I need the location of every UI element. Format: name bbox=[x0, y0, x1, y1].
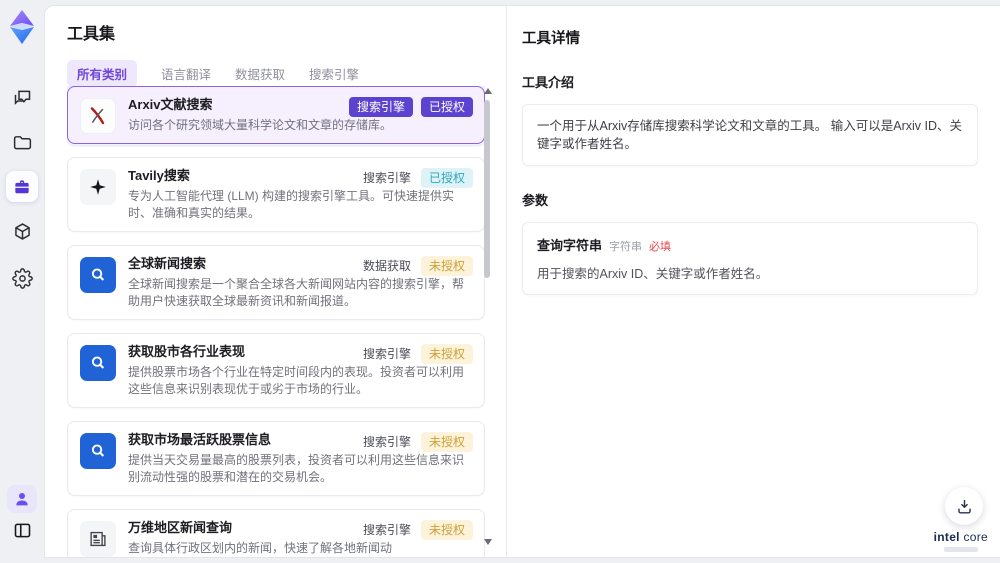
status-badge: 已授权 bbox=[420, 168, 473, 188]
brand-intel: intel bbox=[933, 530, 960, 544]
tab-data-fetch[interactable]: 数据获取 bbox=[235, 60, 285, 87]
sidebar bbox=[0, 0, 44, 563]
tool-description: 专为人工智能代理 (LLM) 构建的搜索引擎工具。可快速提供实时、准确和真实的结… bbox=[128, 189, 455, 220]
sparkle-icon bbox=[80, 169, 116, 205]
app-logo-icon bbox=[8, 9, 36, 45]
side-panel-icon bbox=[14, 523, 30, 537]
tool-list-panel: 工具集 所有类别 语言翻译 数据获取 搜索引擎 Arxiv文献搜索 访问各个研究… bbox=[45, 6, 506, 557]
tab-language-translation[interactable]: 语言翻译 bbox=[161, 60, 211, 87]
detail-title: 工具详情 bbox=[522, 31, 580, 47]
scroll-up-arrow-icon[interactable] bbox=[484, 88, 492, 94]
toolbox-icon bbox=[15, 179, 29, 193]
user-icon bbox=[16, 493, 28, 506]
tab-search-engine[interactable]: 搜索引擎 bbox=[309, 60, 359, 87]
tool-description: 提供当天交易量最高的股票列表，投资者可以利用这些信息来识别流动性强的股票和潜在的… bbox=[128, 453, 465, 484]
chat-icon bbox=[14, 90, 30, 105]
tool-card-global-news[interactable]: 全球新闻搜索 全球新闻搜索是一个聚合全球各大新闻网站内容的搜索引擎，帮助用户快速… bbox=[67, 245, 485, 320]
page-title: 工具集 bbox=[67, 26, 116, 43]
sidebar-item-chat[interactable] bbox=[10, 85, 34, 109]
tool-description: 访问各个研究领域大量科学论文和文章的存储库。 bbox=[128, 118, 393, 132]
sidebar-item-models[interactable] bbox=[10, 219, 34, 243]
brand-core: core bbox=[963, 530, 988, 544]
category-tag: 搜索引擎 bbox=[362, 171, 411, 185]
params-heading: 参数 bbox=[522, 193, 549, 208]
brand-subtext-placeholder bbox=[943, 547, 978, 552]
param-type: 字符串 bbox=[609, 241, 643, 253]
category-tag: 搜索引擎 bbox=[362, 347, 411, 361]
sidebar-item-profile[interactable] bbox=[7, 485, 37, 513]
scroll-down-arrow-icon[interactable] bbox=[484, 539, 492, 545]
status-badge: 未授权 bbox=[420, 344, 473, 364]
param-name: 查询字符串 bbox=[537, 238, 603, 253]
tool-card-arxiv[interactable]: Arxiv文献搜索 访问各个研究领域大量科学论文和文章的存储库。 搜索引擎 已授… bbox=[67, 86, 485, 144]
status-badge: 已授权 bbox=[420, 97, 473, 117]
tool-description: 全球新闻搜索是一个聚合全球各大新闻网站内容的搜索引擎，帮助用户快速获取全球最新资… bbox=[128, 277, 465, 308]
tool-card-tavily[interactable]: Tavily搜索 专为人工智能代理 (LLM) 构建的搜索引擎工具。可快速提供实… bbox=[67, 157, 485, 232]
intro-heading: 工具介绍 bbox=[522, 75, 575, 90]
newspaper-icon bbox=[80, 521, 116, 557]
param-box: 查询字符串 字符串 必填 用于搜索的Arxiv ID、关键字或作者姓名。 bbox=[522, 222, 978, 295]
category-tag: 搜索引擎 bbox=[362, 435, 411, 449]
tab-all-categories[interactable]: 所有类别 bbox=[67, 60, 138, 87]
status-badge: 未授权 bbox=[420, 520, 473, 540]
tool-description: 查询具体行政区划内的新闻，快速了解各地新闻动 bbox=[128, 541, 393, 555]
category-tag: 搜索引擎 bbox=[348, 97, 413, 117]
tool-detail-panel: 工具详情 工具介绍 一个用于从Arxiv存储库搜索科学论文和文章的工具。 输入可… bbox=[506, 6, 1000, 557]
tool-card-active-stocks[interactable]: 获取市场最活跃股票信息 提供当天交易量最高的股票列表，投资者可以利用这些信息来识… bbox=[67, 421, 485, 496]
search-globe-icon bbox=[80, 433, 116, 469]
sidebar-item-panel-toggle[interactable] bbox=[10, 518, 34, 542]
category-tag: 搜索引擎 bbox=[362, 523, 411, 537]
search-globe-icon bbox=[80, 257, 116, 293]
scrollbar-thumb[interactable] bbox=[484, 100, 490, 278]
category-tabs: 所有类别 语言翻译 数据获取 搜索引擎 bbox=[67, 60, 506, 87]
search-globe-icon bbox=[80, 345, 116, 381]
category-tag: 数据获取 bbox=[362, 259, 411, 273]
sidebar-item-files[interactable] bbox=[10, 130, 34, 154]
download-icon bbox=[957, 499, 971, 514]
cube-icon bbox=[14, 222, 30, 240]
tool-description: 提供股票市场各个行业在特定时间段内的表现。投资者可以利用这些信息来识别表现优于或… bbox=[128, 365, 465, 396]
param-description: 用于搜索的Arxiv ID、关键字或作者姓名。 bbox=[537, 267, 769, 281]
list-scrollbar[interactable] bbox=[483, 88, 492, 545]
tool-card-regional-news[interactable]: 万维地区新闻查询 查询具体行政区划内的新闻，快速了解各地新闻动 搜索引擎 未授权 bbox=[67, 509, 485, 557]
tool-list: Arxiv文献搜索 访问各个研究领域大量科学论文和文章的存储库。 搜索引擎 已授… bbox=[67, 86, 485, 557]
download-button[interactable] bbox=[945, 487, 983, 525]
param-required-badge: 必填 bbox=[649, 241, 672, 253]
intel-core-logo: intel core bbox=[934, 530, 988, 552]
sidebar-item-tools[interactable] bbox=[6, 171, 38, 202]
intro-box: 一个用于从Arxiv存储库搜索科学论文和文章的工具。 输入可以是Arxiv ID… bbox=[522, 104, 978, 166]
arxiv-logo-icon bbox=[80, 98, 116, 134]
status-badge: 未授权 bbox=[420, 432, 473, 452]
folder-icon bbox=[13, 135, 31, 149]
status-badge: 未授权 bbox=[420, 256, 473, 276]
main-panel: 工具集 所有类别 语言翻译 数据获取 搜索引擎 Arxiv文献搜索 访问各个研究… bbox=[44, 5, 1000, 558]
tool-card-sector-performance[interactable]: 获取股市各行业表现 提供股票市场各个行业在特定时间段内的表现。投资者可以利用这些… bbox=[67, 333, 485, 408]
gear-icon bbox=[11, 267, 33, 289]
sidebar-item-settings[interactable] bbox=[10, 266, 34, 290]
intro-text: 一个用于从Arxiv存储库搜索科学论文和文章的工具。 输入可以是Arxiv ID… bbox=[537, 119, 963, 151]
